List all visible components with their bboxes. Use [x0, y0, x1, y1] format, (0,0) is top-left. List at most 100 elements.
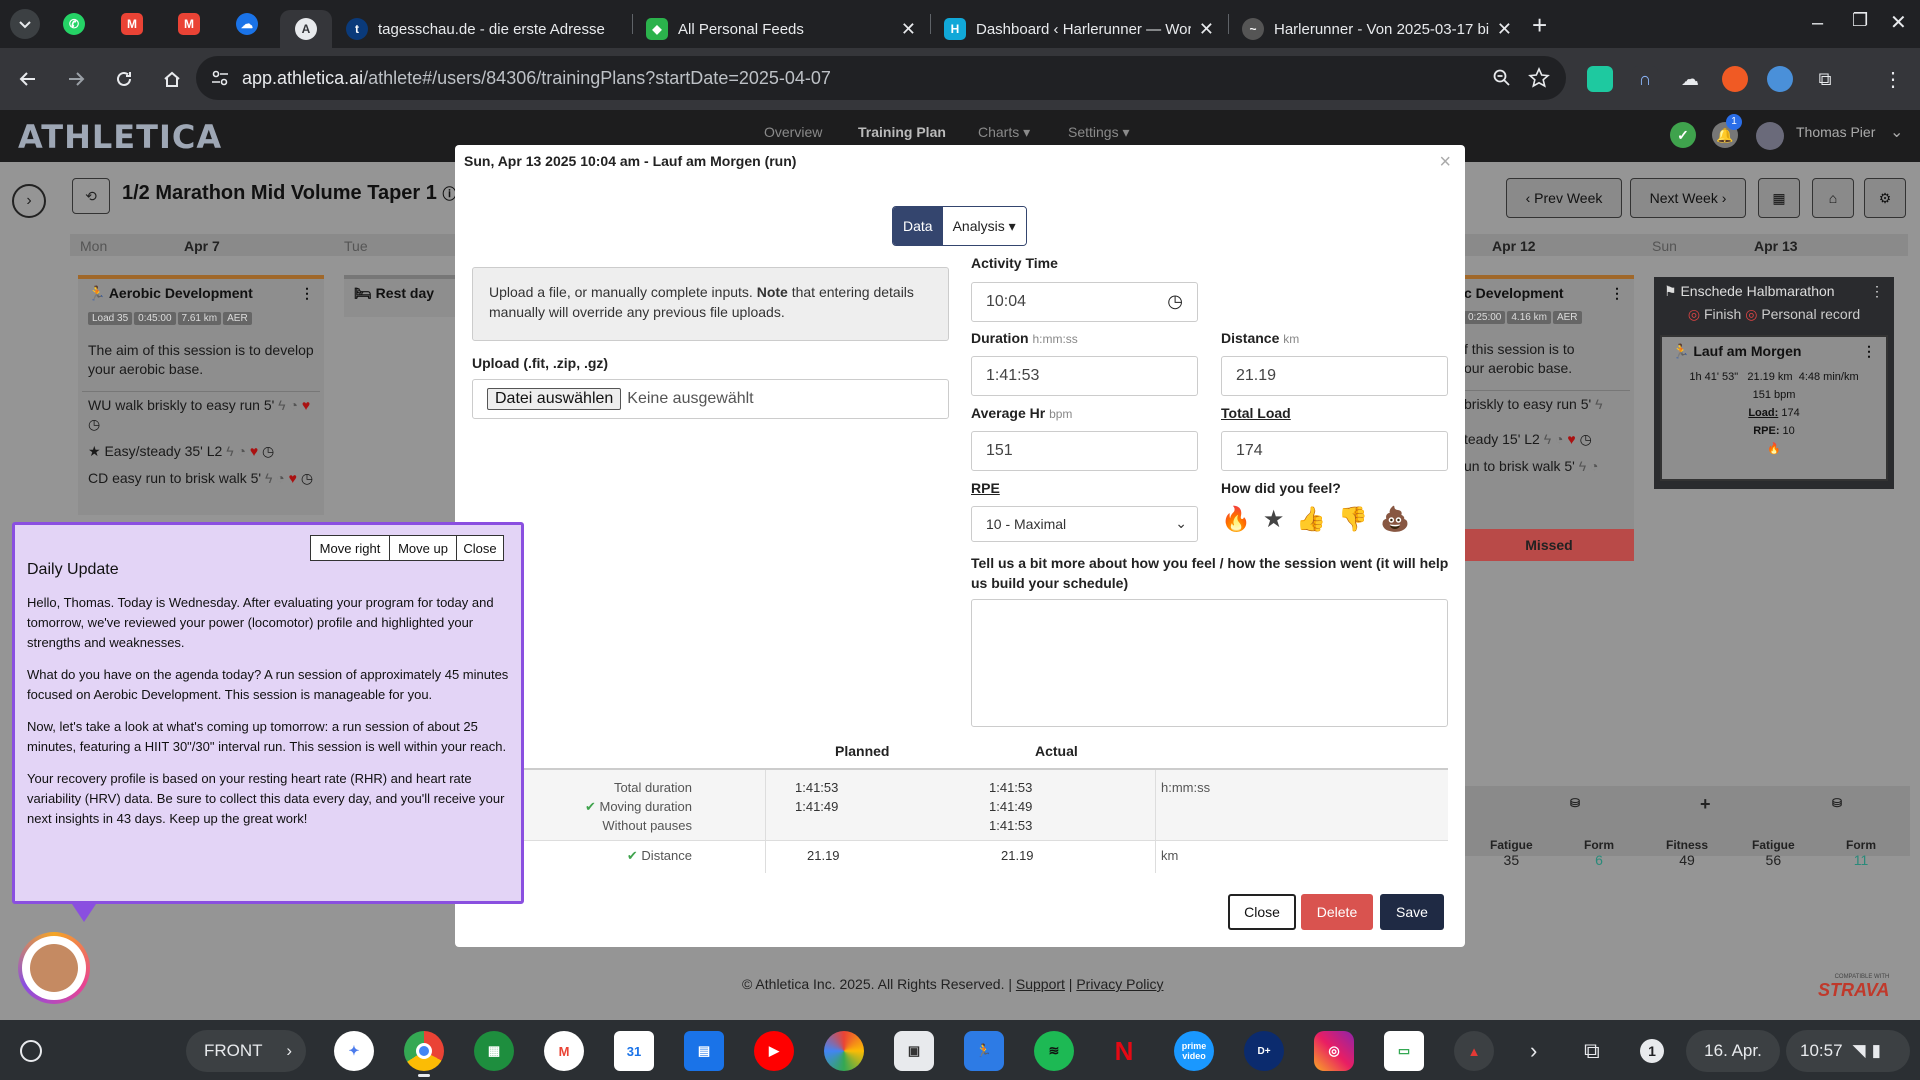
- triangle-app-icon[interactable]: ▲: [1454, 1031, 1494, 1071]
- gallery-app-icon[interactable]: ▣: [894, 1031, 934, 1071]
- rpe-label[interactable]: RPE: [971, 480, 1000, 496]
- bookmark-star-icon[interactable]: [1528, 67, 1550, 89]
- support-link[interactable]: Support: [1016, 976, 1065, 992]
- extension-icon-2[interactable]: ∩: [1632, 66, 1658, 92]
- nav-training-plan[interactable]: Training Plan: [858, 124, 946, 140]
- site-info-icon[interactable]: [210, 68, 230, 88]
- move-up-button[interactable]: Move up: [389, 535, 457, 561]
- activity-time-input[interactable]: 10:04 ◷: [971, 282, 1198, 322]
- gmail-tab-icon-2[interactable]: M: [178, 13, 200, 35]
- rest-day-card[interactable]: 🛏 Rest day: [344, 275, 464, 317]
- extension-icon-1[interactable]: [1587, 66, 1613, 92]
- extension-icon-3[interactable]: ☁: [1677, 66, 1703, 92]
- tab-wordpress[interactable]: H Dashboard ‹ Harlerunner — WordPress ✕: [934, 10, 1224, 48]
- card-menu-icon[interactable]: ⋮: [300, 285, 314, 302]
- whatsapp-tab-icon[interactable]: ✆: [63, 13, 85, 35]
- launcher-icon[interactable]: [20, 1040, 42, 1062]
- reload-button[interactable]: [104, 59, 144, 99]
- card-menu-icon[interactable]: ⋮: [1610, 285, 1624, 302]
- total-load-input[interactable]: 174: [1221, 431, 1448, 471]
- athletica-logo[interactable]: ATHLETICA: [18, 118, 222, 156]
- gmail-tab-icon[interactable]: M: [121, 13, 143, 35]
- next-week-button[interactable]: Next Week ›: [1630, 178, 1746, 218]
- history-button[interactable]: ⟲: [72, 178, 110, 214]
- chrome-app-icon[interactable]: [404, 1031, 444, 1071]
- close-window-icon[interactable]: ✕: [1890, 10, 1907, 35]
- status-tray[interactable]: 10:57 ◥ ▮: [1786, 1030, 1910, 1072]
- runner-app-icon[interactable]: 🏃: [964, 1031, 1004, 1071]
- netflix-app-icon[interactable]: N: [1104, 1031, 1144, 1071]
- tab-feeds[interactable]: ◆ All Personal Feeds ✕: [636, 10, 926, 48]
- gemini-app-icon[interactable]: ✦: [334, 1031, 374, 1071]
- spotify-app-icon[interactable]: ≋: [1034, 1031, 1074, 1071]
- photos-app-icon[interactable]: [824, 1031, 864, 1071]
- star-icon[interactable]: ★: [1263, 505, 1285, 534]
- new-tab-icon[interactable]: +: [1532, 10, 1547, 41]
- extension-icon-4[interactable]: [1722, 66, 1748, 92]
- comment-textarea[interactable]: [971, 599, 1448, 727]
- file-choose-button[interactable]: Datei auswählen: [487, 388, 622, 410]
- thumbs-up-icon[interactable]: 👍: [1296, 505, 1326, 534]
- fire-icon[interactable]: 🔥: [1221, 505, 1251, 534]
- close-icon[interactable]: ✕: [1199, 19, 1214, 40]
- add-icon[interactable]: +: [1700, 794, 1711, 815]
- card-menu-icon[interactable]: ⋮: [1862, 343, 1876, 360]
- db-icon[interactable]: ⛁: [1570, 796, 1580, 810]
- poop-icon[interactable]: 💩: [1380, 505, 1410, 534]
- home-button[interactable]: [152, 59, 192, 99]
- modal-close-icon[interactable]: ×: [1439, 151, 1451, 174]
- calendar-app-icon[interactable]: 31: [614, 1031, 654, 1071]
- workout-card-monday[interactable]: 🏃 Aerobic Development ⋮ Load 35 0:45:00 7.6…: [78, 275, 324, 515]
- desk-switcher[interactable]: FRONT ›: [186, 1030, 306, 1072]
- meet-app-icon[interactable]: ▭: [1384, 1031, 1424, 1071]
- coach-avatar[interactable]: [18, 932, 90, 1004]
- nav-settings[interactable]: Settings ▾: [1068, 124, 1130, 141]
- close-icon[interactable]: ✕: [1497, 19, 1512, 40]
- popup-close-button[interactable]: Close: [456, 535, 504, 561]
- tab-tagesschau[interactable]: t tagesschau.de - die erste Adresse: [336, 10, 628, 48]
- instagram-app-icon[interactable]: ◎: [1314, 1031, 1354, 1071]
- tab-analysis[interactable]: Analysis ▾: [942, 207, 1026, 245]
- db-icon-2[interactable]: ⛁: [1832, 796, 1842, 810]
- disney-app-icon[interactable]: D+: [1244, 1031, 1284, 1071]
- back-button[interactable]: [8, 59, 48, 99]
- nav-charts[interactable]: Charts ▾: [978, 124, 1030, 141]
- extension-icon-5[interactable]: [1767, 66, 1793, 92]
- race-card-sunday[interactable]: ⚑ Enschede Halbmarathon ⋮ ◎ Finish ◎ Pers…: [1654, 277, 1894, 489]
- chevron-right-icon[interactable]: ›: [1530, 1038, 1537, 1064]
- file-input[interactable]: Datei auswählen Keine ausgewählt: [472, 379, 949, 419]
- tab-athletica-active[interactable]: A: [280, 10, 332, 48]
- calendar-button[interactable]: ▦: [1758, 178, 1800, 218]
- clock-icon[interactable]: ◷: [1167, 291, 1183, 312]
- duration-input[interactable]: 1:41:53: [971, 356, 1198, 396]
- gmail-app-icon[interactable]: M: [544, 1031, 584, 1071]
- minimize-icon[interactable]: –: [1812, 12, 1823, 35]
- home-plan-button[interactable]: ⌂: [1812, 178, 1854, 218]
- restore-icon[interactable]: ❐: [1852, 10, 1868, 31]
- settings-gear-button[interactable]: ⚙: [1864, 178, 1906, 218]
- expand-sidebar-button[interactable]: ›: [12, 184, 46, 218]
- prev-week-button[interactable]: ‹ Prev Week: [1506, 178, 1622, 218]
- files-app-icon[interactable]: ▤: [684, 1031, 724, 1071]
- notification-count-badge[interactable]: 1: [1640, 1039, 1664, 1063]
- address-bar[interactable]: app.athletica.ai/athlete#/users/84306/tr…: [196, 56, 1566, 100]
- privacy-link[interactable]: Privacy Policy: [1076, 976, 1163, 992]
- apps-app-icon[interactable]: ▦: [474, 1031, 514, 1071]
- nav-overview[interactable]: Overview: [764, 124, 822, 140]
- avatar[interactable]: [1756, 122, 1784, 150]
- close-button[interactable]: Close: [1228, 894, 1296, 930]
- zoom-icon[interactable]: [1492, 68, 1512, 88]
- card-menu-icon[interactable]: ⋮: [1870, 283, 1884, 300]
- youtube-app-icon[interactable]: ▶: [754, 1031, 794, 1071]
- tab-harlerunner[interactable]: ~ Harlerunner - Von 2025-03-17 bis ✕: [1232, 10, 1522, 48]
- status-check-icon[interactable]: ✓: [1670, 122, 1696, 148]
- tab-search-button[interactable]: [10, 9, 40, 39]
- distance-input[interactable]: 21.19: [1221, 356, 1448, 396]
- date-display[interactable]: 16. Apr.: [1686, 1030, 1780, 1072]
- move-right-button[interactable]: Move right: [310, 535, 390, 561]
- close-icon[interactable]: ✕: [901, 19, 916, 40]
- activity-card[interactable]: 🏃 Lauf am Morgen ⋮ 1h 41' 53" 21.19 km 4:…: [1660, 335, 1888, 481]
- total-load-label[interactable]: Total Load: [1221, 405, 1291, 421]
- save-button[interactable]: Save: [1380, 894, 1444, 930]
- rpe-select[interactable]: 10 - Maximal ⌄: [971, 506, 1198, 542]
